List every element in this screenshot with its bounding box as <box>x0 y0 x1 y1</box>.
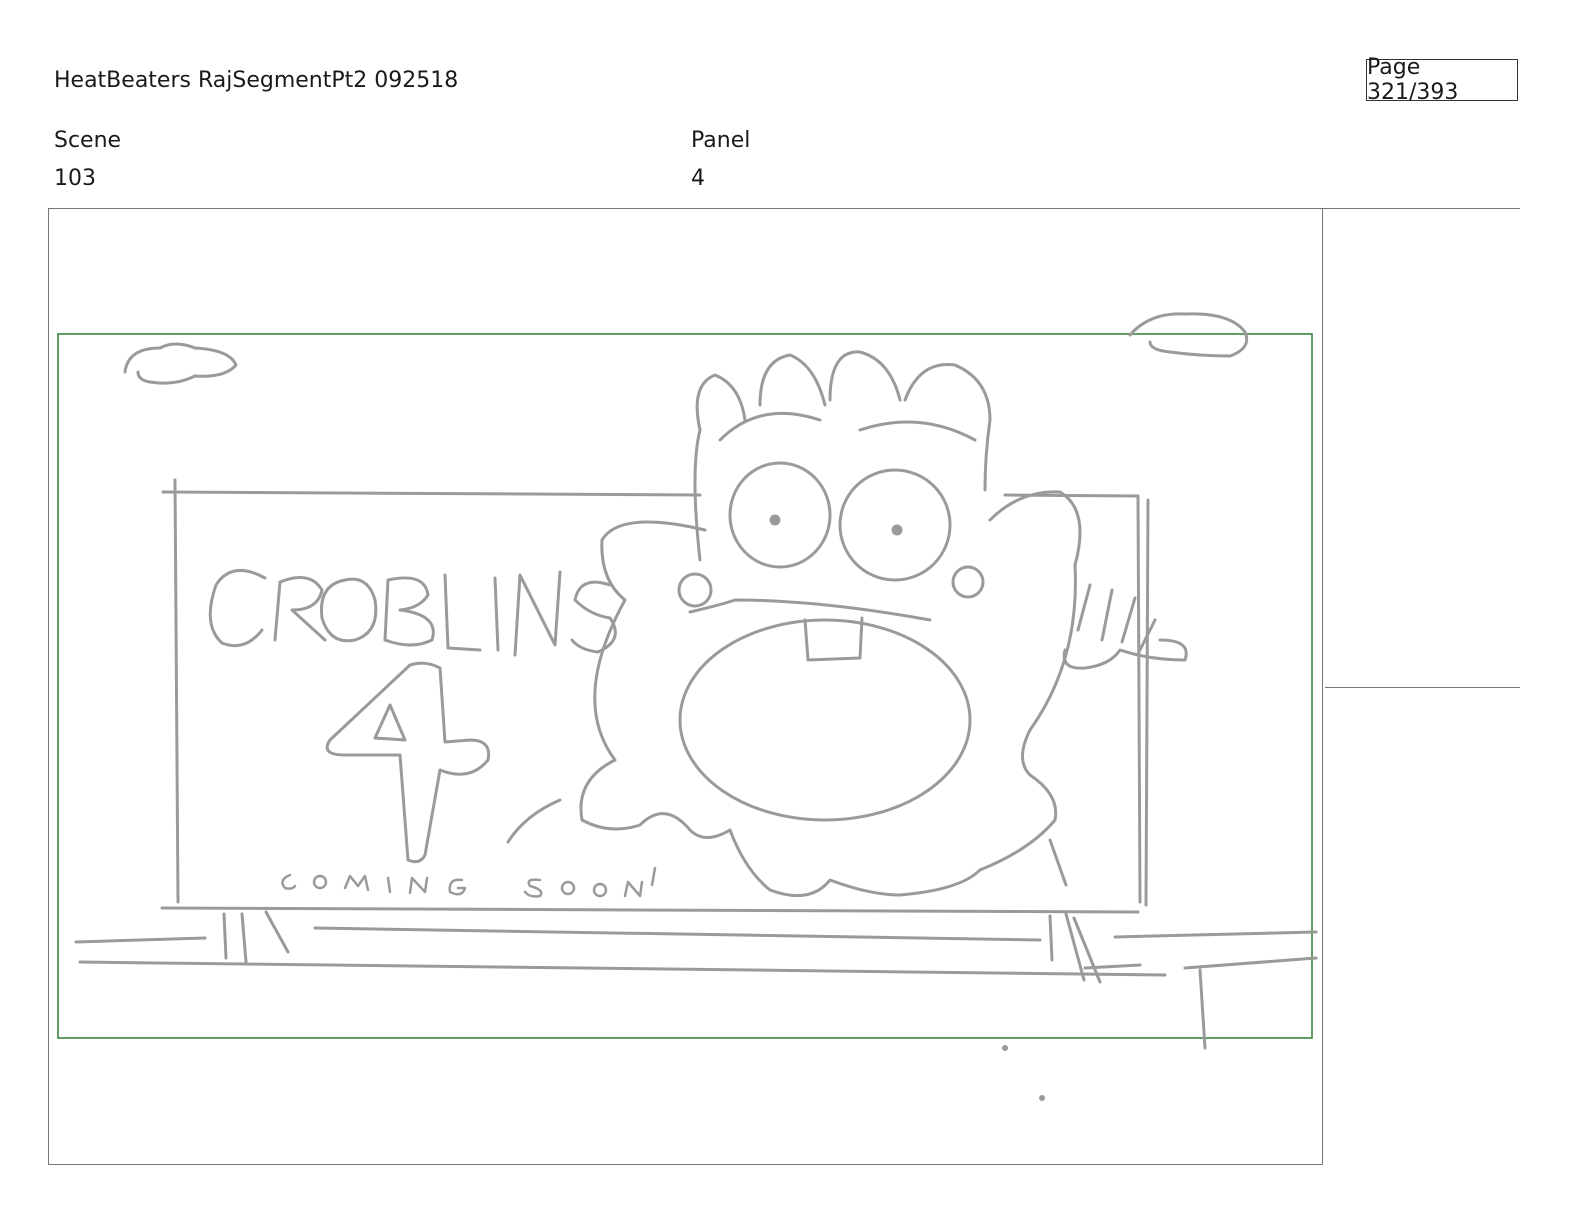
creature-character <box>506 350 1188 1101</box>
sequel-number-4 <box>325 661 491 864</box>
croblins-lettering <box>208 569 617 657</box>
storyboard-sketch <box>57 312 1318 1101</box>
cloud-right <box>1128 312 1249 358</box>
camera-safe-area <box>57 333 1313 1039</box>
cloud-left <box>123 342 238 385</box>
coming-soon-text <box>281 866 657 898</box>
